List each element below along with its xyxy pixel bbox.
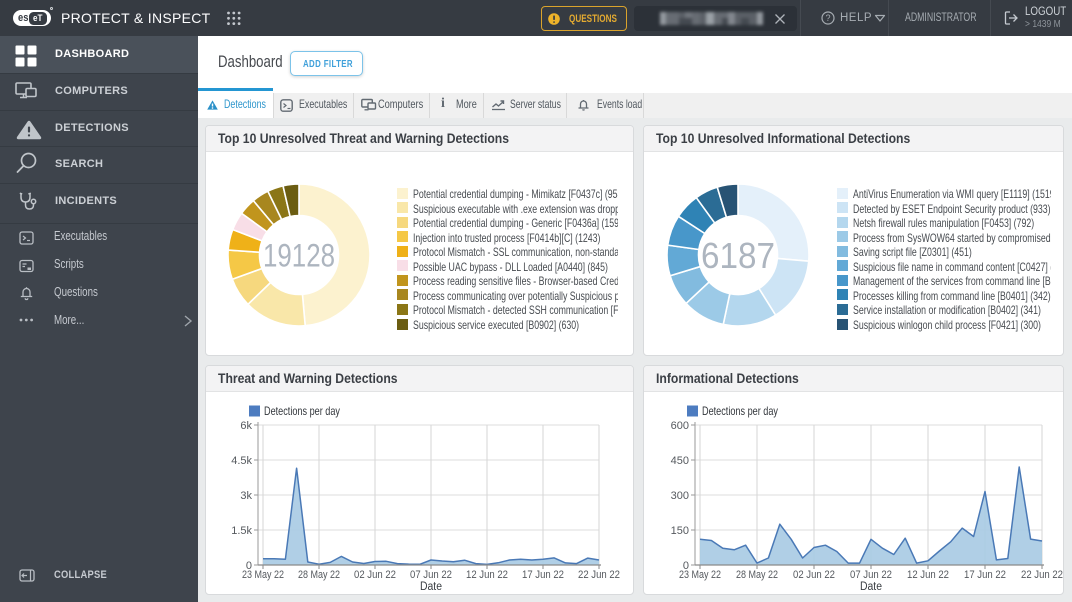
- svg-text:28 May 22: 28 May 22: [736, 569, 778, 581]
- svg-text:12 Jun 22: 12 Jun 22: [466, 569, 508, 581]
- svg-text:6187: 6187: [701, 235, 775, 276]
- svg-text:600: 600: [671, 420, 689, 432]
- svg-text:22 Jun 22: 22 Jun 22: [578, 569, 620, 581]
- svg-text:17 Jun 22: 17 Jun 22: [522, 569, 564, 581]
- svg-text:?: ?: [825, 13, 830, 23]
- svg-text:Date: Date: [860, 581, 882, 593]
- svg-text:450: 450: [671, 455, 689, 467]
- svg-text:22 Jun 22: 22 Jun 22: [1021, 569, 1063, 581]
- svg-text:19128: 19128: [263, 237, 335, 273]
- svg-text:12 Jun 22: 12 Jun 22: [907, 569, 949, 581]
- svg-text:150: 150: [671, 525, 689, 537]
- svg-text:17 Jun 22: 17 Jun 22: [964, 569, 1006, 581]
- svg-text:300: 300: [671, 490, 689, 502]
- svg-text:23 May 22: 23 May 22: [242, 569, 284, 581]
- svg-text:6k: 6k: [240, 420, 252, 432]
- svg-text:28 May 22: 28 May 22: [298, 569, 340, 581]
- svg-text:23 May 22: 23 May 22: [679, 569, 721, 581]
- svg-text:Detections per day: Detections per day: [702, 404, 778, 418]
- svg-text:Date: Date: [420, 581, 442, 593]
- svg-text:02 Jun 22: 02 Jun 22: [354, 569, 396, 581]
- svg-text:3k: 3k: [240, 490, 252, 502]
- svg-text:1.5k: 1.5k: [231, 525, 252, 537]
- svg-text:07 Jun 22: 07 Jun 22: [410, 569, 452, 581]
- svg-text:Detections per day: Detections per day: [264, 404, 340, 418]
- svg-text:07 Jun 22: 07 Jun 22: [850, 569, 892, 581]
- svg-text:02 Jun 22: 02 Jun 22: [793, 569, 835, 581]
- svg-text:4.5k: 4.5k: [231, 455, 252, 467]
